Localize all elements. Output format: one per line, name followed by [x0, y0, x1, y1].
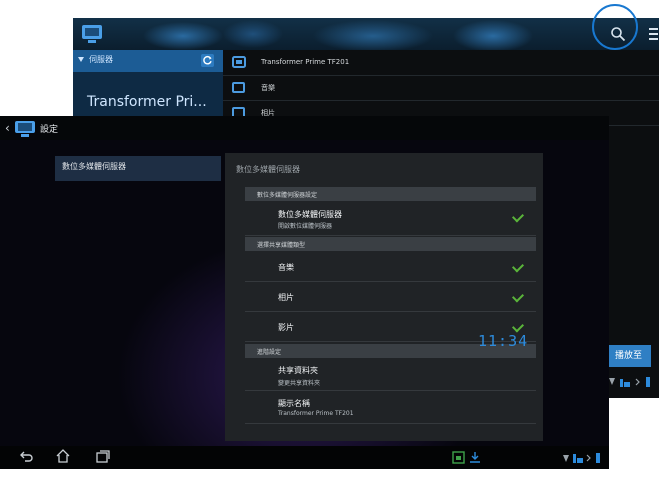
section-header: 選擇共享媒體類型: [245, 237, 536, 251]
play-to-button[interactable]: 播放至: [606, 345, 651, 367]
section-header: 數位多媒體伺服器設定: [245, 187, 536, 201]
checkbox-checked[interactable]: [511, 320, 525, 333]
section-header-label: 進階設定: [257, 349, 282, 356]
expand-arrow-icon: [78, 57, 84, 62]
app-icon: [15, 121, 35, 137]
settings-row-music[interactable]: 音樂: [245, 252, 536, 282]
row-title: 共享資料夾: [278, 366, 318, 375]
row-title: 音樂: [278, 263, 294, 272]
system-nav-bar: [0, 446, 609, 469]
list-item[interactable]: Transformer Prime TF201: [223, 50, 659, 76]
settings-window: ‹ 設定 數位多媒體伺服器 數位多媒體伺服器 數位多媒體伺服器設定 數位多媒體伺…: [0, 116, 609, 469]
settings-category-label: 數位多媒體伺服器: [62, 162, 126, 171]
back-icon[interactable]: [20, 450, 34, 462]
row-subtitle: 開啟數位媒體伺服器: [278, 223, 333, 230]
row-title: 相片: [278, 293, 294, 302]
server-name: Transformer Pri...: [87, 94, 207, 110]
row-title: 數位多媒體伺服器: [278, 210, 342, 219]
settings-row-photos[interactable]: 相片: [245, 282, 536, 312]
action-bar: [73, 18, 659, 50]
folder-icon: [232, 82, 245, 93]
app-icon: [82, 25, 102, 43]
search-highlight-circle: [592, 4, 638, 50]
overflow-menu-icon[interactable]: [648, 27, 659, 41]
page-title: 設定: [40, 125, 59, 135]
checkbox-checked[interactable]: [511, 260, 525, 273]
section-header-label: 數位多媒體伺服器設定: [257, 192, 318, 199]
section-header-label: 選擇共享媒體類型: [257, 242, 306, 249]
back-chevron-icon[interactable]: ‹: [5, 121, 10, 135]
row-title: 影片: [278, 323, 294, 332]
settings-row-media-server[interactable]: 數位多媒體伺服器 開啟數位媒體伺服器: [245, 202, 536, 236]
list-item[interactable]: 音樂: [223, 75, 659, 101]
list-item-label: Transformer Prime TF201: [261, 58, 350, 66]
download-notification-icon[interactable]: [469, 451, 481, 464]
status-icons: [609, 377, 650, 387]
sidebar-header-label: 伺服器: [89, 55, 113, 64]
settings-row-shared-folder[interactable]: 共享資料夾 變更共享資料夾: [245, 359, 536, 391]
gallery-notification-icon[interactable]: [452, 451, 465, 464]
checkbox-checked[interactable]: [511, 210, 525, 223]
refresh-icon[interactable]: [201, 54, 214, 67]
list-item-label: 音樂: [261, 84, 275, 92]
title-bar: [0, 116, 609, 140]
checkbox-checked[interactable]: [511, 290, 525, 303]
row-subtitle: Transformer Prime TF201: [278, 410, 354, 417]
row-subtitle: 變更共享資料夾: [278, 380, 321, 387]
device-icon: [232, 56, 246, 68]
status-icons: [563, 453, 600, 463]
clock: 11:34: [478, 332, 529, 350]
home-icon[interactable]: [56, 449, 70, 463]
settings-row-display-name[interactable]: 顯示名稱 Transformer Prime TF201: [245, 391, 536, 424]
row-title: 顯示名稱: [278, 399, 310, 408]
recent-apps-icon[interactable]: [96, 450, 110, 463]
panel-title: 數位多媒體伺服器: [236, 165, 300, 174]
